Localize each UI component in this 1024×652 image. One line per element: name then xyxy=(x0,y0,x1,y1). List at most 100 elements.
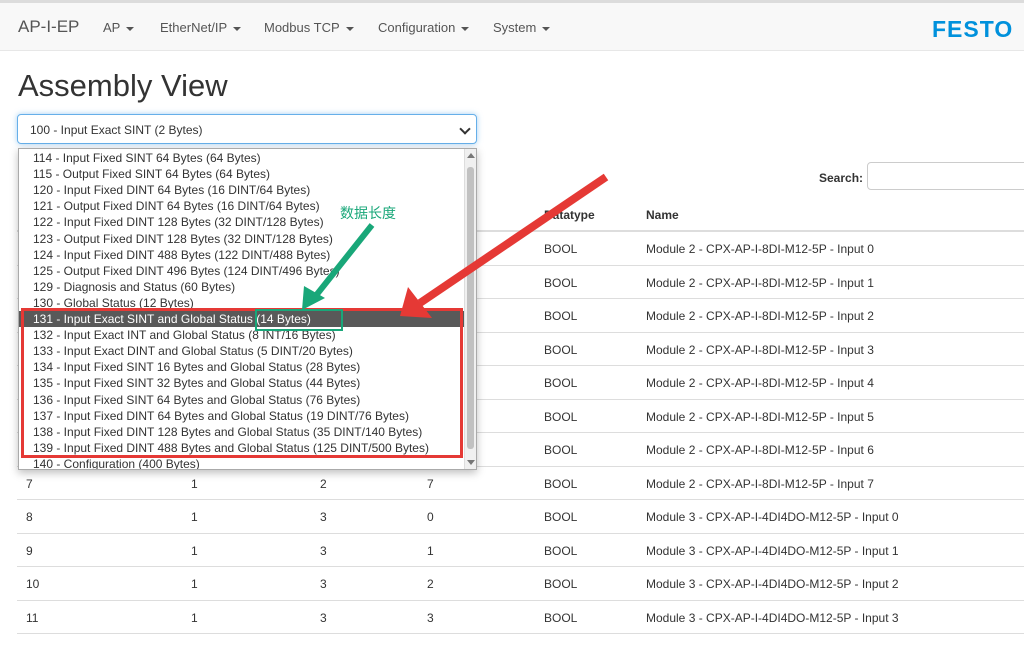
table-cell: Module 2 - CPX-AP-I-8DI-M12-5P - Input 0 xyxy=(646,242,874,256)
table-cell: Module 2 - CPX-AP-I-8DI-M12-5P - Input 6 xyxy=(646,443,874,457)
caret-down-icon xyxy=(126,26,135,31)
dropdown-option[interactable]: 137 - Input Fixed DINT 64 Bytes and Glob… xyxy=(19,408,465,424)
nav-item-configuration[interactable]: Configuration xyxy=(378,20,470,35)
dropdown-option[interactable]: 120 - Input Fixed DINT 64 Bytes (16 DINT… xyxy=(19,182,465,198)
dropdown-option[interactable]: 138 - Input Fixed DINT 128 Bytes and Glo… xyxy=(19,424,465,440)
caret-down-icon xyxy=(542,26,551,31)
dropdown-option[interactable]: 129 - Diagnosis and Status (60 Bytes) xyxy=(19,279,465,295)
table-cell: 2 xyxy=(320,476,327,491)
dropdown-option[interactable]: 133 - Input Exact DINT and Global Status… xyxy=(19,343,465,359)
table-cell: BOOL xyxy=(544,376,578,390)
header-datatype[interactable]: Datatype xyxy=(544,208,595,222)
table-cell: 1 xyxy=(191,510,198,524)
nav-item-label: Configuration xyxy=(378,20,456,35)
table-cell: BOOL xyxy=(544,409,578,424)
table-cell: BOOL xyxy=(544,510,578,524)
caret-down-icon xyxy=(233,26,242,31)
dropdown-option[interactable]: 136 - Input Fixed SINT 64 Bytes and Glob… xyxy=(19,392,465,408)
dropdown-option[interactable]: 134 - Input Fixed SINT 16 Bytes and Glob… xyxy=(19,359,465,375)
table-cell: 1 xyxy=(191,577,198,591)
table-cell: 1 xyxy=(191,476,198,491)
scrollbar-thumb[interactable] xyxy=(467,167,474,449)
dropdown-option[interactable]: 114 - Input Fixed SINT 64 Bytes (64 Byte… xyxy=(19,150,465,166)
search-label: Search: xyxy=(819,171,864,185)
dropdown-option[interactable]: 131 - Input Exact SINT and Global Status… xyxy=(19,311,465,328)
nav-item-label: Modbus TCP xyxy=(264,20,340,35)
dropdown-option[interactable]: 121 - Output Fixed DINT 64 Bytes (16 DIN… xyxy=(19,198,465,214)
dropdown-option[interactable]: 122 - Input Fixed DINT 128 Bytes (32 DIN… xyxy=(19,214,465,230)
table-cell: 1 xyxy=(191,543,198,558)
caret-down-icon xyxy=(461,26,470,31)
dropdown-option[interactable]: 125 - Output Fixed DINT 496 Bytes (124 D… xyxy=(19,263,465,279)
header-name[interactable]: Name xyxy=(646,208,679,222)
table-cell: BOOL xyxy=(544,342,578,357)
table-cell: Module 2 - CPX-AP-I-8DI-M12-5P - Input 2 xyxy=(646,309,874,323)
table-cell: Module 2 - CPX-AP-I-8DI-M12-5P - Input 5 xyxy=(646,409,874,424)
dropdown-option[interactable]: 139 - Input Fixed DINT 488 Bytes and Glo… xyxy=(19,440,465,456)
nav-item-ethernet-ip[interactable]: EtherNet/IP xyxy=(160,20,242,35)
table-cell: 1 xyxy=(191,610,198,625)
table-cell: Module 2 - CPX-AP-I-8DI-M12-5P - Input 1 xyxy=(646,275,874,290)
dropdown-option[interactable]: 124 - Input Fixed DINT 488 Bytes (122 DI… xyxy=(19,247,465,263)
assembly-dropdown-list: 114 - Input Fixed SINT 64 Bytes (64 Byte… xyxy=(18,148,477,470)
dropdown-option[interactable]: 115 - Output Fixed SINT 64 Bytes (64 Byt… xyxy=(19,166,465,182)
table-cell: BOOL xyxy=(544,309,578,323)
table-cell: 1 xyxy=(427,543,434,558)
scroll-up-arrow-icon[interactable] xyxy=(467,153,475,158)
dropdown-scrollbar[interactable] xyxy=(464,149,476,469)
table-cell: Module 2 - CPX-AP-I-8DI-M12-5P - Input 3 xyxy=(646,342,874,357)
table-row: 7 1 2 7 BOOL Module 2 - CPX-AP-I-8DI-M12-5P -… xyxy=(17,467,1024,500)
table-row: 9 1 3 1 BOOL Module 3 - CPX-AP-I-4DI4DO-M12-5… xyxy=(17,534,1024,567)
table-cell: 3 xyxy=(320,543,327,558)
table-cell: 2 xyxy=(427,577,434,591)
dropdown-option[interactable]: 130 - Global Status (12 Bytes) xyxy=(19,295,465,311)
table-cell: 3 xyxy=(320,610,327,625)
table-cell: 9 xyxy=(26,543,33,558)
table-cell: 11 xyxy=(26,610,39,625)
search-input[interactable] xyxy=(867,162,1024,190)
nav-item-ap[interactable]: AP xyxy=(103,20,135,35)
table-cell: Module 3 - CPX-AP-I-4DI4DO-M12-5P - Inpu… xyxy=(646,577,899,591)
caret-down-icon xyxy=(345,26,354,31)
table-cell: 0 xyxy=(427,510,434,524)
table-cell: Module 2 - CPX-AP-I-8DI-M12-5P - Input 4 xyxy=(646,376,874,390)
table-cell: Module 2 - CPX-AP-I-8DI-M12-5P - Input 7 xyxy=(646,476,874,491)
table-cell: Module 3 - CPX-AP-I-4DI4DO-M12-5P - Inpu… xyxy=(646,510,899,524)
table-cell: BOOL xyxy=(544,242,578,256)
navbar-brand[interactable]: AP-I-EP xyxy=(18,17,79,37)
table-cell: 3 xyxy=(320,577,327,591)
dropdown-option[interactable]: 123 - Output Fixed DINT 128 Bytes (32 DI… xyxy=(19,231,465,247)
table-cell: BOOL xyxy=(544,476,578,491)
annotation-label: 数据长度 xyxy=(340,205,396,221)
table-cell: BOOL xyxy=(544,443,578,457)
nav-item-label: AP xyxy=(103,20,121,35)
table-cell: BOOL xyxy=(544,275,578,290)
festo-logo: FESTO xyxy=(932,16,1014,42)
table-cell: 8 xyxy=(26,510,33,524)
table-cell: 3 xyxy=(320,510,327,524)
table-cell: Module 3 - CPX-AP-I-4DI4DO-M12-5P - Inpu… xyxy=(646,610,899,625)
dropdown-option[interactable]: 132 - Input Exact INT and Global Status … xyxy=(19,327,465,343)
nav-item-label: System xyxy=(493,20,537,35)
dropdown-option[interactable]: 140 - Configuration (400 Bytes) xyxy=(19,456,465,469)
nav-item-system[interactable]: System xyxy=(493,20,551,35)
table-cell: 7 xyxy=(26,476,33,491)
table-cell: 3 xyxy=(427,610,434,625)
page-title: Assembly View xyxy=(18,68,228,103)
chevron-down-icon xyxy=(459,123,471,135)
table-cell: Module 3 - CPX-AP-I-4DI4DO-M12-5P - Inpu… xyxy=(646,543,899,558)
nav-item-modbus-tcp[interactable]: Modbus TCP xyxy=(264,20,354,35)
dropdown-option[interactable]: 135 - Input Fixed SINT 32 Bytes and Glob… xyxy=(19,375,465,391)
scroll-down-arrow-icon[interactable] xyxy=(467,460,475,465)
table-row: 10 1 3 2 BOOL Module 3 - CPX-AP-I-4DI4DO-M12-… xyxy=(17,567,1024,601)
table-row: 11 1 3 3 BOOL Module 3 - CPX-AP-I-4DI4DO-M12-… xyxy=(17,601,1024,634)
table-cell: BOOL xyxy=(544,577,578,591)
assembly-select[interactable]: 100 - Input Exact SINT (2 Bytes) xyxy=(17,114,477,144)
table-cell: BOOL xyxy=(544,610,578,625)
table-row: 8 1 3 0 BOOL Module 3 - CPX-AP-I-4DI4DO-M12-5… xyxy=(17,500,1024,534)
table-cell: BOOL xyxy=(544,543,578,558)
table-cell: 7 xyxy=(427,476,434,491)
assembly-select-value: 100 - Input Exact SINT (2 Bytes) xyxy=(30,123,203,137)
table-cell: 10 xyxy=(26,577,40,591)
navbar: AP-I-EP AP EtherNet/IP Modbus TCP Config… xyxy=(0,3,1024,51)
